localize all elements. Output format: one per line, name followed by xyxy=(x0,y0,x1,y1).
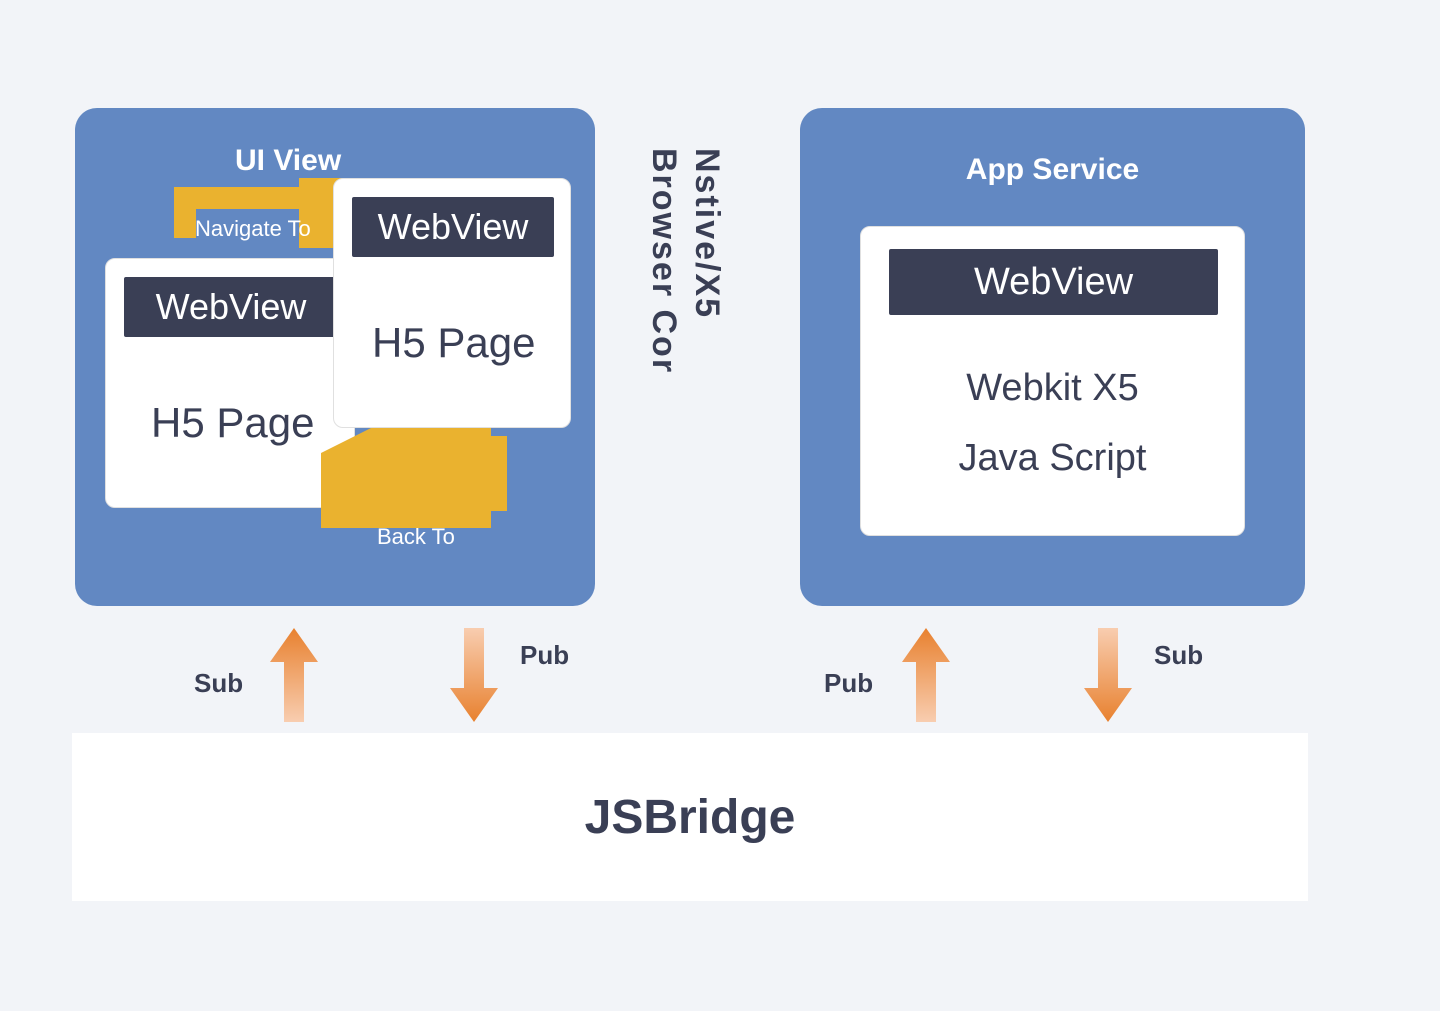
h5-page-label-2: H5 Page xyxy=(372,319,535,367)
center-browser-core-label: Browser Cor Nstive/X5 xyxy=(644,148,726,374)
app-service-panel: App Service WebView Webkit X5 Java Scrip… xyxy=(800,108,1305,606)
webview-label-2: WebView xyxy=(352,197,554,257)
back-to-label: Back To xyxy=(377,524,455,550)
arrow-down-icon-1 xyxy=(444,620,504,730)
arrow-down-icon-2 xyxy=(1078,620,1138,730)
h5-page-label-1: H5 Page xyxy=(151,399,314,447)
js-line: Java Script xyxy=(861,437,1244,480)
app-service-card: WebView Webkit X5 Java Script xyxy=(860,226,1245,536)
right-sub-label: Sub xyxy=(1154,640,1203,671)
ui-view-card-1: WebView H5 Page xyxy=(105,258,355,508)
center-line-1: Nstive/X5 xyxy=(687,148,726,374)
center-line-2: Browser Cor xyxy=(644,148,683,374)
left-sub-label: Sub xyxy=(194,668,243,699)
jsbridge-label: JSBridge xyxy=(585,790,796,845)
back-to-arrow-icon xyxy=(321,428,531,528)
arrow-up-icon-1 xyxy=(264,620,324,730)
engine-line: Webkit X5 xyxy=(861,367,1244,410)
app-service-webview-label: WebView xyxy=(889,249,1218,315)
navigate-to-label: Navigate To xyxy=(195,216,311,242)
right-pub-label: Pub xyxy=(824,668,873,699)
jsbridge-bar: JSBridge xyxy=(72,733,1308,901)
left-pub-label: Pub xyxy=(520,640,569,671)
ui-view-card-2: WebView H5 Page xyxy=(333,178,571,428)
ui-view-title: UI View xyxy=(235,144,341,178)
webview-label-1: WebView xyxy=(124,277,338,337)
app-service-title: App Service xyxy=(800,153,1305,187)
ui-view-panel: UI View Navigate To WebView H5 Page WebV… xyxy=(75,108,595,606)
arrow-up-icon-2 xyxy=(896,620,956,730)
